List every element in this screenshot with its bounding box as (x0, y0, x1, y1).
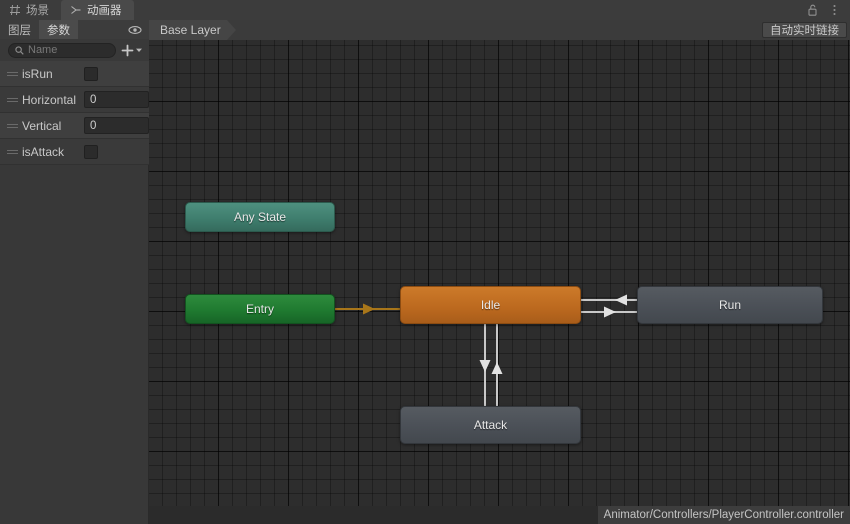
search-icon (15, 45, 24, 55)
animator-window: 场景 动画器 图层 参数 Name isRun Horizontal 0 Ver… (0, 0, 850, 524)
state-node-label: Entry (245, 302, 274, 316)
parameter-row-isRun[interactable]: isRun (0, 61, 149, 87)
transition-icon (71, 6, 81, 14)
parameter-name: Vertical (22, 118, 62, 133)
search-placeholder: Name (28, 44, 58, 56)
transition-attack-to-idle (491, 324, 503, 406)
parameter-row-Horizontal[interactable]: Horizontal 0 (0, 87, 149, 113)
parameter-name: Horizontal (22, 92, 77, 107)
add-parameter-button[interactable] (120, 44, 144, 57)
tab-scene-label: 场景 (26, 5, 49, 17)
state-node-entry[interactable]: Entry (185, 294, 335, 324)
parameter-list: isRun Horizontal 0 Vertical 0 isAttack (0, 61, 149, 165)
tab-scene[interactable]: 场景 (0, 0, 61, 20)
parameter-value-field[interactable]: 0 (84, 117, 149, 134)
parameter-name: isAttack (22, 144, 65, 159)
transition-idle-to-attack (479, 324, 491, 406)
drag-handle-icon[interactable] (7, 122, 19, 130)
state-node-run[interactable]: Run (637, 286, 823, 324)
tab-animator[interactable]: 动画器 (61, 0, 134, 20)
chevron-down-icon (136, 48, 142, 52)
parameter-search-row: Name (0, 39, 149, 61)
subtab-parameters[interactable]: 参数 (39, 20, 78, 39)
graph-canvas[interactable]: Any State Entry Idle Run Attack Animator… (149, 40, 850, 524)
state-machine-pane: Base Layer 自动实时链接 Any State Entry Idle R… (149, 20, 850, 524)
state-node-label: Idle (480, 298, 501, 312)
breadcrumb-label: Base Layer (160, 23, 221, 37)
panel-subtab-bar: 图层 参数 (0, 20, 149, 39)
state-node-label: Any State (233, 210, 287, 224)
state-node-label: Attack (473, 418, 508, 432)
breadcrumb-chevron-icon (226, 20, 236, 40)
parameter-row-isAttack[interactable]: isAttack (0, 139, 149, 165)
parameter-name: isRun (22, 66, 53, 81)
breadcrumb-bar: Base Layer 自动实时链接 (149, 20, 850, 40)
parameter-row-Vertical[interactable]: Vertical 0 (0, 113, 149, 139)
kebab-menu-icon[interactable] (828, 3, 841, 17)
transition-layer (335, 294, 637, 406)
subtab-parameters-label: 参数 (47, 24, 70, 37)
state-node-label: Run (718, 298, 741, 312)
auto-live-link-label: 自动实时链接 (770, 25, 839, 37)
window-tab-bar: 场景 动画器 (0, 0, 850, 20)
state-node-attack[interactable]: Attack (400, 406, 581, 444)
drag-handle-icon[interactable] (7, 70, 19, 78)
status-bar: Animator/Controllers/PlayerController.co… (149, 506, 850, 524)
breadcrumb-base-layer[interactable]: Base Layer (149, 20, 227, 40)
grid-icon (10, 4, 20, 16)
parameters-panel: 图层 参数 Name isRun Horizontal 0 Vertical 0… (0, 20, 149, 524)
parameter-checkbox[interactable] (84, 144, 98, 159)
drag-handle-icon[interactable] (7, 96, 19, 104)
state-node-any-state[interactable]: Any State (185, 202, 335, 232)
window-controls (806, 0, 850, 20)
parameter-value-field[interactable]: 0 (84, 91, 149, 108)
search-input[interactable]: Name (8, 42, 116, 58)
subtab-layers[interactable]: 图层 (0, 20, 39, 39)
parameter-checkbox[interactable] (84, 66, 98, 81)
unlocked-padlock-icon[interactable] (806, 3, 819, 17)
controller-path-label: Animator/Controllers/PlayerController.co… (597, 506, 850, 524)
tab-animator-label: 动画器 (87, 5, 122, 17)
transition-idle-to-run (581, 306, 637, 318)
plus-icon (121, 44, 134, 56)
subtab-layers-label: 图层 (8, 24, 31, 37)
transition-run-to-idle (581, 294, 637, 306)
drag-handle-icon[interactable] (7, 148, 19, 156)
state-node-idle[interactable]: Idle (400, 286, 581, 324)
auto-live-link-button[interactable]: 自动实时链接 (762, 22, 847, 38)
transition-entry-to-idle (335, 303, 400, 315)
eye-icon[interactable] (128, 23, 142, 41)
